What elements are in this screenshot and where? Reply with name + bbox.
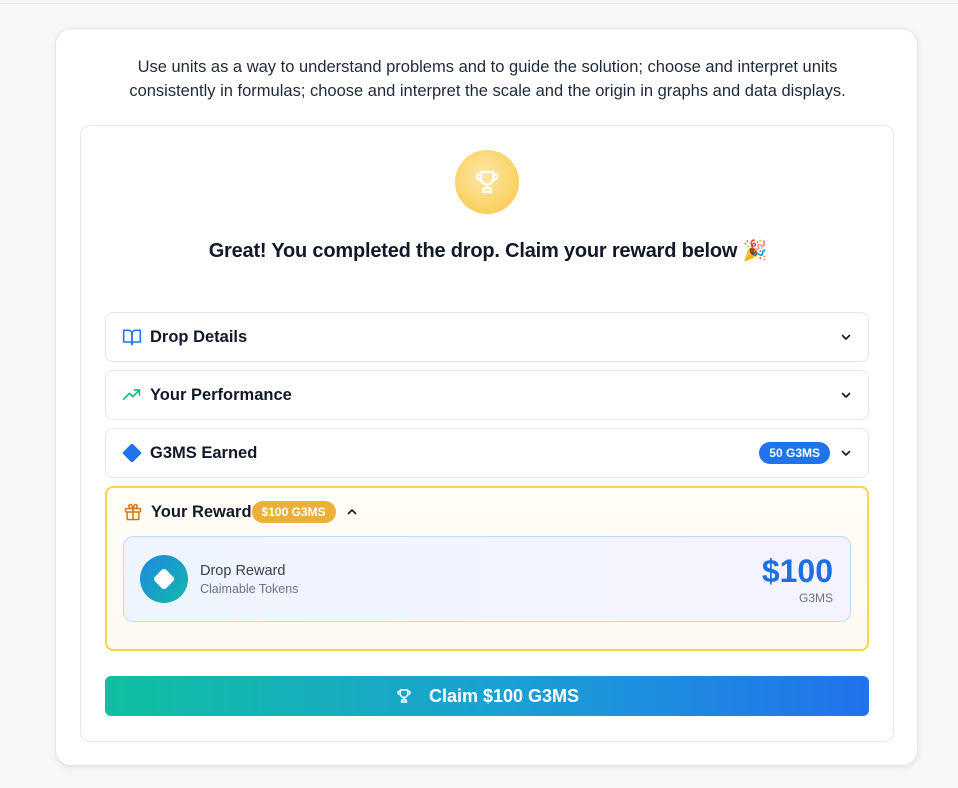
claim-button-label: Claim $100 G3MS xyxy=(428,685,580,706)
accordion-label: Your Performance xyxy=(150,385,292,404)
drop-complete-card: Use units as a way to understand problem… xyxy=(55,28,918,766)
trophy-icon xyxy=(475,170,499,194)
reward-detail-box: Drop Reward Claimable Tokens $100 G3MS xyxy=(123,536,851,622)
book-open-icon xyxy=(122,329,142,346)
chevron-down-icon xyxy=(840,447,852,459)
token-icon xyxy=(140,555,188,603)
chevron-down-icon xyxy=(840,389,852,401)
reward-subtitle: Claimable Tokens xyxy=(200,582,299,596)
accordion-label: Your Reward xyxy=(151,502,252,521)
reward-amount: $100 xyxy=(761,553,833,589)
accordion-label: Drop Details xyxy=(150,327,248,346)
trending-up-icon xyxy=(122,389,141,400)
trophy-badge xyxy=(455,150,519,214)
g3ms-earned-badge: 50 G3MS xyxy=(759,442,830,464)
gift-icon xyxy=(124,503,142,521)
accordion-label: G3MS Earned xyxy=(150,443,258,462)
trophy-icon xyxy=(395,687,413,705)
accordion-your-performance[interactable]: Your Performance xyxy=(105,370,869,420)
reward-badge: $100 G3MS xyxy=(251,501,336,523)
reward-unit: G3MS xyxy=(798,591,833,605)
completion-headline: Great! You completed the drop. Claim you… xyxy=(208,240,768,262)
reward-title: Drop Reward xyxy=(200,563,286,579)
chevron-up-icon xyxy=(346,506,358,518)
chevron-down-icon xyxy=(840,331,852,343)
accordion-your-reward-header[interactable]: Your Reward $100 G3MS xyxy=(107,488,867,536)
reward-panel: Great! You completed the drop. Claim you… xyxy=(80,125,894,742)
learning-standard-text: Use units as a way to understand problem… xyxy=(129,58,846,100)
claim-reward-button[interactable]: Claim $100 G3MS xyxy=(105,676,869,716)
diamond-icon xyxy=(122,443,142,463)
accordion-drop-details[interactable]: Drop Details xyxy=(105,312,869,362)
top-divider xyxy=(0,3,958,4)
accordion-your-reward: Your Reward $100 G3MS Drop Reward Claima… xyxy=(105,486,869,651)
accordion-g3ms-earned[interactable]: G3MS Earned 50 G3MS xyxy=(105,428,869,478)
